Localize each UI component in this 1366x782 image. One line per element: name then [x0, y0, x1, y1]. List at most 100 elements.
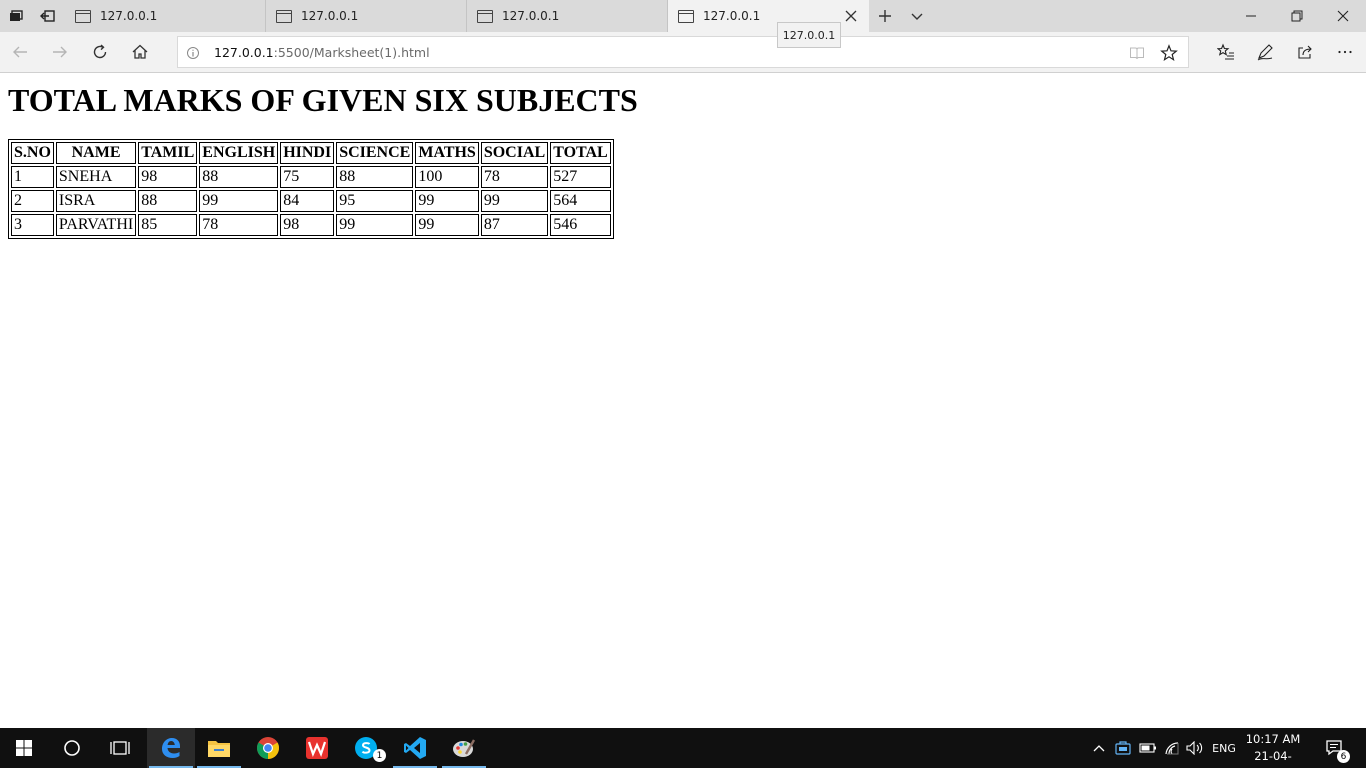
table-row: 1 SNEHA 98 88 75 88 100 78 527 — [11, 166, 611, 188]
paint-icon[interactable] — [440, 728, 488, 768]
column-header: TAMIL — [138, 142, 198, 164]
chrome-icon[interactable] — [244, 728, 292, 768]
clock-date: 21-04-2022 — [1254, 749, 1292, 780]
restore-icon[interactable] — [1274, 0, 1320, 32]
table-cell: 98 — [280, 214, 335, 236]
tab-title: 127.0.0.1 — [301, 9, 359, 23]
table-cell: 1 — [11, 166, 54, 188]
tab-title: 127.0.0.1 — [100, 9, 158, 23]
search-circle-icon[interactable] — [48, 728, 96, 768]
column-header: ENGLISH — [199, 142, 279, 164]
skype-badge: 1 — [373, 749, 386, 762]
table-cell: 88 — [336, 166, 414, 188]
table-cell: 99 — [199, 190, 279, 212]
table-cell: 546 — [550, 214, 611, 236]
tab-strip: 127.0.0.1 127.0.0.1 127.0.0.1 127.0.0.1 — [0, 0, 1366, 32]
tab-2[interactable]: 127.0.0.1 — [266, 0, 467, 32]
table-cell: 85 — [138, 214, 198, 236]
navigation-bar: 127.0.0.1:5500/Marksheet(1).html — [0, 32, 1366, 73]
page-heading: TOTAL MARKS OF GIVEN SIX SUBJECTS — [8, 82, 638, 118]
table-cell: ISRA — [55, 190, 137, 212]
tab-title: 127.0.0.1 — [502, 9, 560, 23]
battery-icon[interactable] — [1137, 728, 1159, 768]
set-aside-tabs-icon[interactable] — [32, 0, 64, 32]
share-icon[interactable] — [1289, 36, 1321, 68]
url-host: 127.0.0.1 — [214, 45, 274, 60]
table-cell: 99 — [415, 190, 479, 212]
table-cell: 87 — [480, 214, 549, 236]
table-cell: 88 — [199, 166, 279, 188]
volume-icon[interactable] — [1184, 728, 1206, 768]
wps-office-icon[interactable] — [293, 728, 341, 768]
table-header-row: S.NO NAME TAMIL ENGLISH HINDI SCIENCE MA… — [11, 142, 611, 164]
table-cell: 3 — [11, 214, 54, 236]
column-header: HINDI — [280, 142, 335, 164]
clock-time: 10:17 AM — [1245, 732, 1301, 746]
more-options-icon[interactable] — [1329, 36, 1361, 68]
table-row: 2 ISRA 88 99 84 95 99 99 564 — [11, 190, 611, 212]
language-indicator[interactable]: ENG — [1208, 728, 1240, 768]
skype-icon[interactable]: 1 — [342, 728, 390, 768]
column-header: SCIENCE — [336, 142, 414, 164]
table-cell: 78 — [480, 166, 549, 188]
table-cell: 88 — [138, 190, 198, 212]
close-window-icon[interactable] — [1320, 0, 1366, 32]
clock[interactable]: 10:17 AM 21-04-2022 — [1240, 731, 1306, 782]
table-cell: 84 — [280, 190, 335, 212]
taskbar: 1 ENG 10:17 AM 21-04-2022 6 — [0, 728, 1366, 780]
tab-tooltip: 127.0.0.1 — [777, 22, 841, 48]
page-icon — [276, 9, 292, 23]
table-cell: 75 — [280, 166, 335, 188]
web-note-pen-icon[interactable] — [1249, 36, 1281, 68]
page-icon — [678, 9, 694, 23]
show-hidden-icons-chevron-up-icon[interactable] — [1090, 728, 1108, 768]
table-cell: 2 — [11, 190, 54, 212]
favorites-hub-icon[interactable] — [1210, 36, 1242, 68]
url-text[interactable]: 127.0.0.1:5500/Marksheet(1).html — [214, 45, 430, 60]
table-cell: 99 — [336, 214, 414, 236]
task-view-icon[interactable] — [96, 728, 144, 768]
table-cell: 95 — [336, 190, 414, 212]
site-info-icon[interactable] — [186, 45, 200, 59]
back-arrow-icon[interactable] — [4, 36, 36, 68]
table-cell: SNEHA — [55, 166, 137, 188]
home-icon[interactable] — [124, 36, 156, 68]
notification-count-badge: 6 — [1337, 750, 1350, 763]
wifi-icon[interactable] — [1161, 728, 1183, 768]
vscode-icon[interactable] — [391, 728, 439, 768]
table-cell: 564 — [550, 190, 611, 212]
url-path: :5500/Marksheet(1).html — [273, 45, 430, 60]
tab-3[interactable]: 127.0.0.1 — [467, 0, 668, 32]
column-header: S.NO — [11, 142, 54, 164]
new-tab-icon[interactable] — [869, 0, 901, 32]
column-header: TOTAL — [550, 142, 611, 164]
tab-preview-chevron-down-icon[interactable] — [901, 0, 933, 32]
onedrive-tray-icon[interactable] — [1112, 728, 1134, 768]
close-tab-icon[interactable] — [843, 8, 859, 24]
table-cell: 99 — [415, 214, 479, 236]
tab-1[interactable]: 127.0.0.1 — [65, 0, 266, 32]
tab-title: 127.0.0.1 — [703, 9, 761, 23]
minimize-icon[interactable] — [1228, 0, 1274, 32]
column-header: SOCIAL — [480, 142, 549, 164]
table-cell: 100 — [415, 166, 479, 188]
page-icon — [477, 9, 493, 23]
column-header: MATHS — [415, 142, 479, 164]
table-cell: PARVATHI — [55, 214, 137, 236]
start-windows-icon[interactable] — [0, 728, 48, 768]
reading-view-icon[interactable] — [1128, 44, 1146, 62]
table-cell: 78 — [199, 214, 279, 236]
tab-actions-icon[interactable] — [0, 0, 32, 32]
table-cell: 527 — [550, 166, 611, 188]
table-cell: 99 — [480, 190, 549, 212]
action-center-icon[interactable]: 6 — [1318, 728, 1352, 768]
marks-table: S.NO NAME TAMIL ENGLISH HINDI SCIENCE MA… — [8, 139, 614, 239]
edge-app-icon[interactable] — [147, 728, 195, 768]
column-header: NAME — [55, 142, 137, 164]
refresh-icon[interactable] — [84, 36, 116, 68]
forward-arrow-icon[interactable] — [44, 36, 76, 68]
file-explorer-icon[interactable] — [195, 728, 243, 768]
page-icon — [75, 9, 91, 23]
address-bar[interactable]: 127.0.0.1:5500/Marksheet(1).html — [177, 36, 1189, 68]
favorite-star-icon[interactable] — [1160, 44, 1178, 62]
